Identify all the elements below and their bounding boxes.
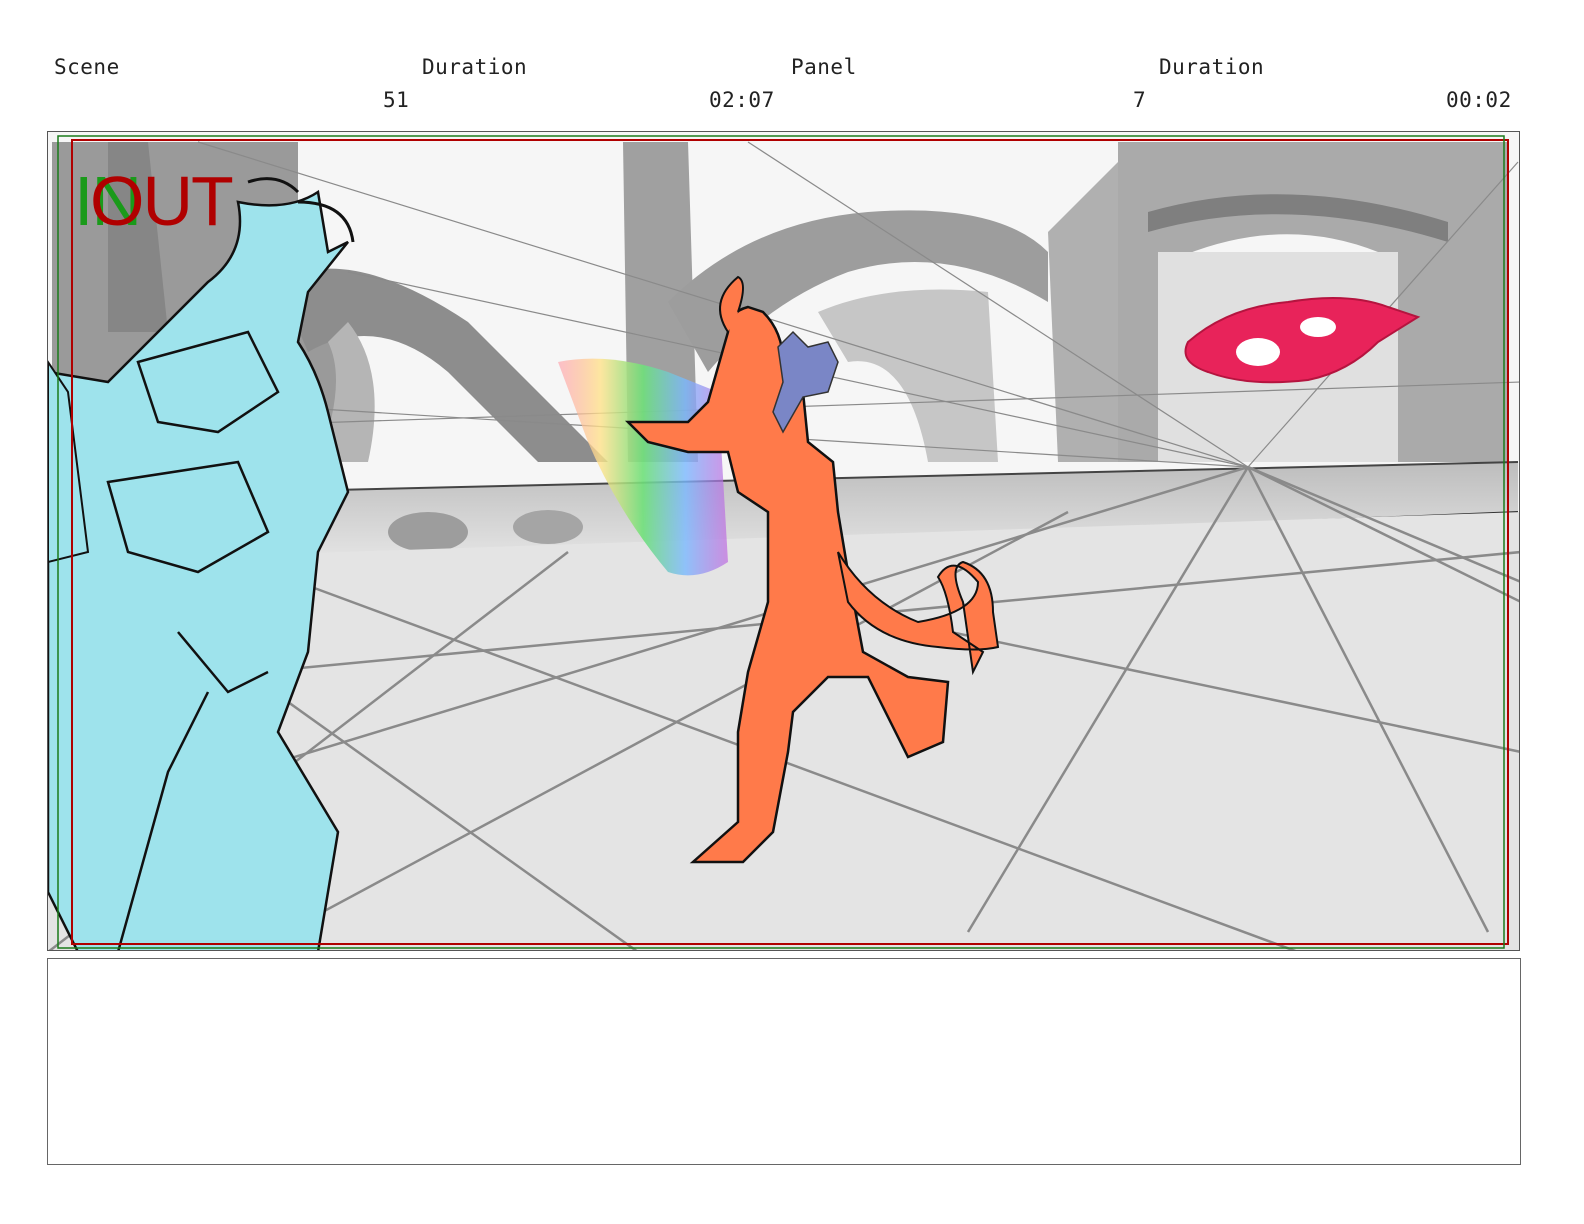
panel-notes-text — [48, 959, 1520, 983]
panel-notes-box[interactable] — [47, 958, 1521, 1165]
panel-number: 7 — [1133, 88, 1147, 112]
scene-duration-label: Duration — [422, 55, 528, 79]
panel-duration-value: 00:02 — [1446, 88, 1512, 112]
scene-duration-value: 02:07 — [709, 88, 775, 112]
scene-number: 51 — [383, 88, 410, 112]
out-marker: OUT — [90, 162, 234, 240]
panel-duration-label: Duration — [1159, 55, 1265, 79]
storyboard-panel[interactable]: IN OUT — [47, 131, 1520, 951]
panel-label: Panel — [791, 55, 857, 79]
scene-label: Scene — [54, 55, 120, 79]
panel-drawing — [48, 132, 1519, 950]
